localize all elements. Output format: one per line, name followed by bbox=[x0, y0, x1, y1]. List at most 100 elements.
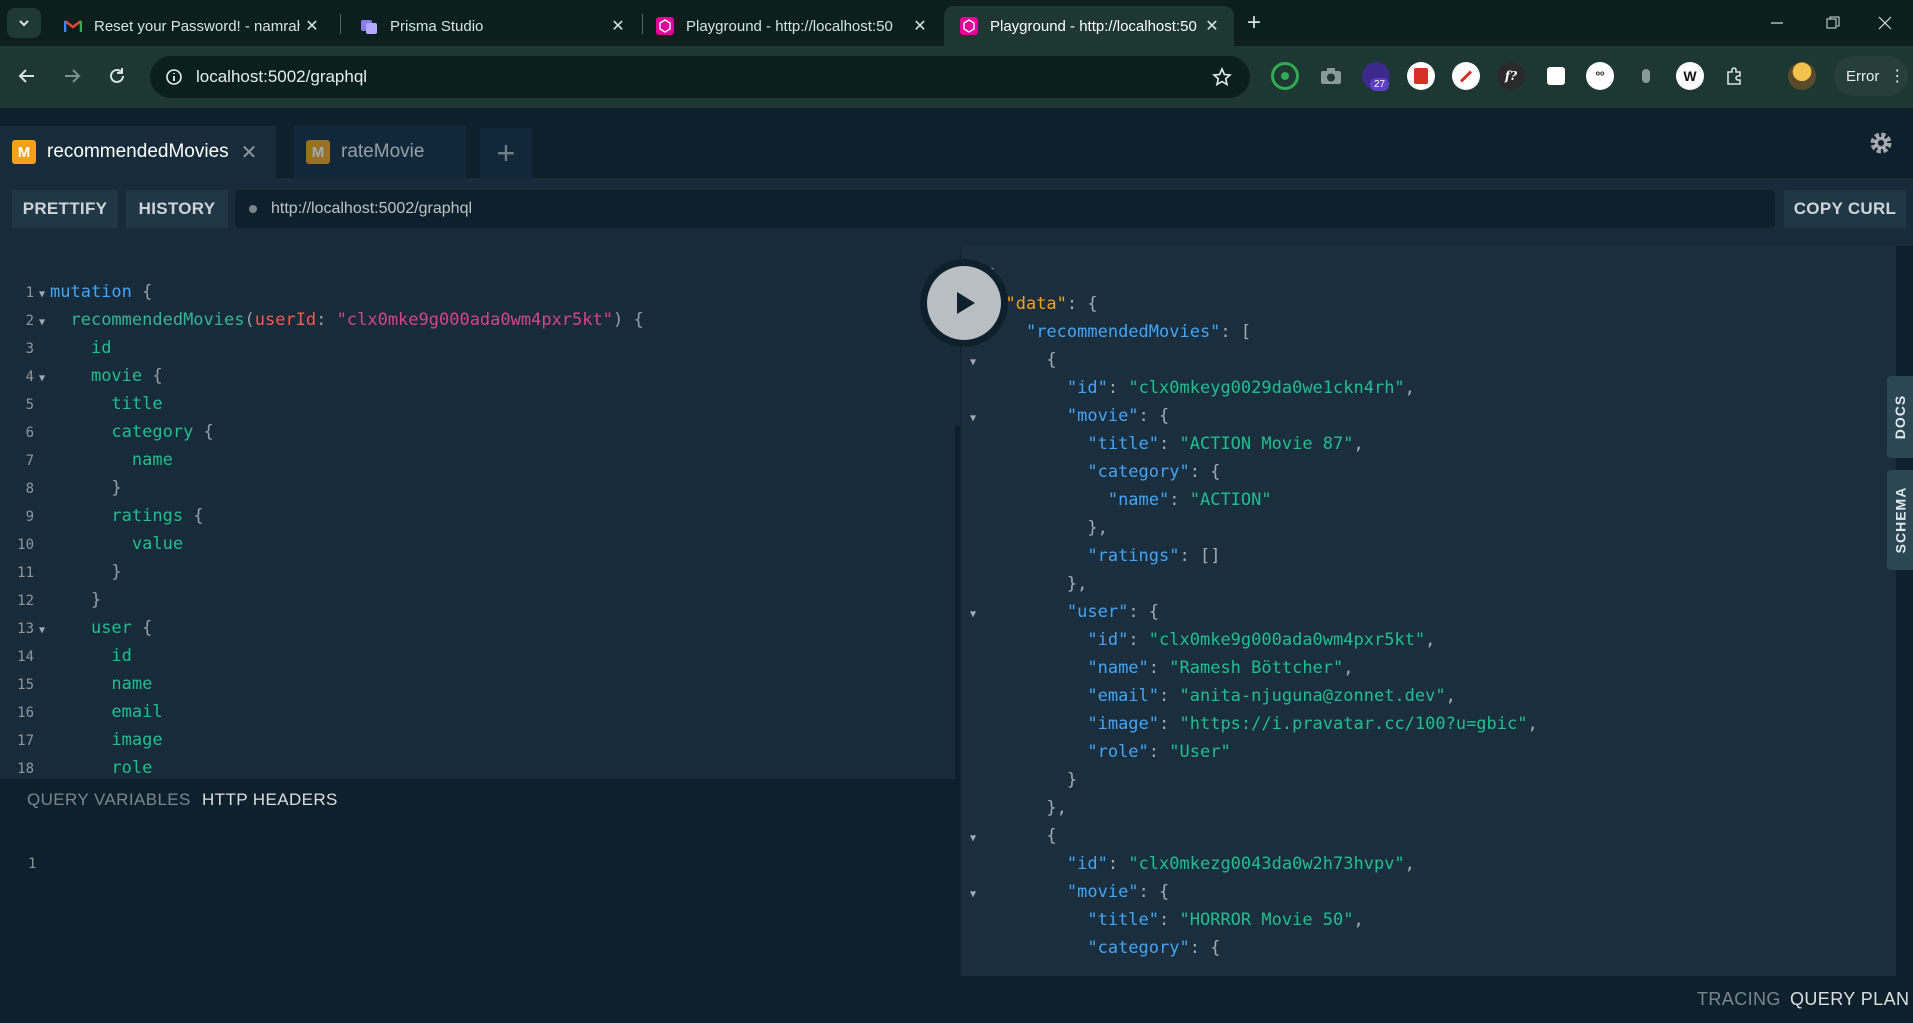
result-line: "id": "clx0mkezg0043da0w2h73hvpv", bbox=[961, 850, 1538, 878]
address-bar[interactable]: localhost:5002/graphql bbox=[150, 56, 1250, 98]
code-token: value bbox=[131, 534, 184, 554]
code-token: "movie" bbox=[1066, 406, 1139, 426]
code-token: 2 bbox=[25, 313, 34, 329]
code-token: "id" bbox=[1066, 854, 1108, 874]
http-headers-tab[interactable]: HTTP HEADERS bbox=[202, 790, 338, 810]
copy-curl-button[interactable]: COPY CURL bbox=[1784, 190, 1906, 228]
code-token: "movie" bbox=[1066, 882, 1139, 902]
close-icon[interactable]: ✕ bbox=[908, 14, 932, 38]
code-token: 6 bbox=[25, 425, 34, 441]
code-token: { bbox=[1046, 826, 1057, 846]
forward-button[interactable] bbox=[57, 61, 87, 91]
browser-tab-gmail[interactable]: Reset your Password! - namrahs ✕ bbox=[48, 6, 334, 46]
close-icon[interactable]: ✕ bbox=[606, 14, 630, 38]
code-token: } bbox=[50, 478, 122, 498]
code-line: 3 id bbox=[0, 334, 644, 362]
extension-gray-icon[interactable] bbox=[1632, 62, 1660, 90]
code-token: ) { bbox=[612, 310, 644, 330]
close-icon[interactable]: ✕ bbox=[1200, 14, 1224, 38]
code-token: , bbox=[1425, 630, 1436, 650]
code-token: : bbox=[1159, 686, 1180, 706]
site-info-icon[interactable] bbox=[162, 65, 186, 89]
query-code: 1 ▼ mutation { 2 ▼ recommendedMovies(userId… bbox=[0, 278, 644, 779]
settings-gear-icon[interactable] bbox=[1866, 128, 1896, 158]
extension-w-icon[interactable]: W bbox=[1676, 62, 1704, 90]
code-token: "clx0mkeyg0029da0we1ckn4rh" bbox=[1128, 378, 1405, 398]
browser-tab-playground-1[interactable]: Playground - http://localhost:50 ✕ bbox=[640, 6, 942, 46]
profile-error-button[interactable]: Error ⋮ bbox=[1834, 56, 1908, 96]
prettify-button[interactable]: PRETTIFY bbox=[12, 190, 118, 228]
code-token: ▼ bbox=[969, 833, 977, 844]
query-variables-tab[interactable]: QUERY VARIABLES bbox=[27, 790, 191, 810]
schema-tab[interactable]: SCHEMA bbox=[1887, 470, 1913, 570]
code-token: { bbox=[142, 366, 163, 386]
code-token: : bbox=[1159, 434, 1180, 454]
extension-pen-icon[interactable] bbox=[1452, 62, 1480, 90]
code-token: , bbox=[1404, 854, 1415, 874]
tab-search-button[interactable] bbox=[7, 8, 41, 38]
tracing-tab[interactable]: TRACING bbox=[1697, 989, 1781, 1010]
reload-button[interactable] bbox=[102, 61, 132, 91]
minimize-button[interactable] bbox=[1749, 0, 1805, 46]
more-vertical-icon: ⋮ bbox=[1889, 68, 1906, 85]
extensions-puzzle-icon[interactable] bbox=[1721, 62, 1749, 90]
extension-red-book-icon[interactable] bbox=[1407, 62, 1435, 90]
code-token: : bbox=[1128, 630, 1149, 650]
code-token: 3 bbox=[25, 341, 34, 357]
extension-trello-icon[interactable] bbox=[1542, 62, 1570, 90]
browser-tab-prisma[interactable]: Prisma Studio ✕ bbox=[344, 6, 640, 46]
code-line: 16 email bbox=[0, 698, 644, 726]
code-token: 17 bbox=[17, 733, 34, 749]
playground-tab-recommendedmovies[interactable]: M recommendedMovies ✕ bbox=[0, 126, 276, 178]
http-headers-editor[interactable]: 1 bbox=[0, 821, 960, 1023]
close-icon[interactable]: ✕ bbox=[241, 140, 258, 165]
code-token: ▼ bbox=[38, 317, 46, 328]
graphql-playground: M recommendedMovies ✕ M rateMovie + PRET… bbox=[0, 108, 1913, 1023]
extension-function-icon[interactable]: f? bbox=[1497, 62, 1525, 90]
profile-avatar[interactable] bbox=[1788, 62, 1816, 90]
bookmark-star-icon[interactable] bbox=[1210, 65, 1234, 89]
query-plan-tab[interactable]: QUERY PLAN bbox=[1790, 989, 1909, 1010]
new-tab-button[interactable]: + bbox=[1240, 9, 1268, 37]
close-icon[interactable]: ✕ bbox=[300, 14, 324, 38]
editor-scrollbar[interactable] bbox=[955, 426, 960, 779]
browser-tab-playground-2[interactable]: Playground - http://localhost:50 ✕ bbox=[944, 6, 1234, 46]
close-window-button[interactable] bbox=[1857, 0, 1913, 46]
code-token: : { bbox=[1138, 882, 1170, 902]
result-line: "image": "https://i.pravatar.cc/100?u=gb… bbox=[961, 710, 1537, 738]
result-line: } bbox=[961, 766, 1538, 794]
result-footer: TRACING QUERY PLAN bbox=[961, 976, 1913, 1023]
code-token: "ACTION" bbox=[1189, 490, 1272, 510]
restore-button[interactable] bbox=[1805, 0, 1861, 46]
code-token: ▼ bbox=[38, 373, 46, 384]
query-editor[interactable]: 1 ▼ mutation { 2 ▼ recommendedMovies(userId… bbox=[0, 246, 960, 779]
add-tab-button[interactable]: + bbox=[480, 128, 532, 178]
history-button[interactable]: HISTORY bbox=[126, 190, 228, 228]
extension-circle-icon[interactable] bbox=[1271, 62, 1299, 90]
code-token: title bbox=[111, 394, 163, 414]
code-token: "ACTION Movie 87" bbox=[1179, 434, 1354, 454]
result-line: ▼ "movie": { bbox=[961, 402, 1538, 430]
code-line: 17 image bbox=[0, 726, 644, 754]
code-token: } bbox=[50, 590, 102, 610]
playground-tab-ratemovie[interactable]: M rateMovie bbox=[294, 126, 466, 178]
playground-tab-label: rateMovie bbox=[341, 141, 425, 162]
extension-face-icon[interactable]: ºº bbox=[1586, 62, 1614, 90]
docs-tab[interactable]: DOCS bbox=[1887, 376, 1913, 458]
back-button[interactable] bbox=[12, 61, 42, 91]
camera-icon[interactable] bbox=[1317, 62, 1345, 90]
endpoint-input[interactable]: http://localhost:5002/graphql bbox=[235, 190, 1775, 228]
run-query-button[interactable] bbox=[920, 259, 1008, 347]
